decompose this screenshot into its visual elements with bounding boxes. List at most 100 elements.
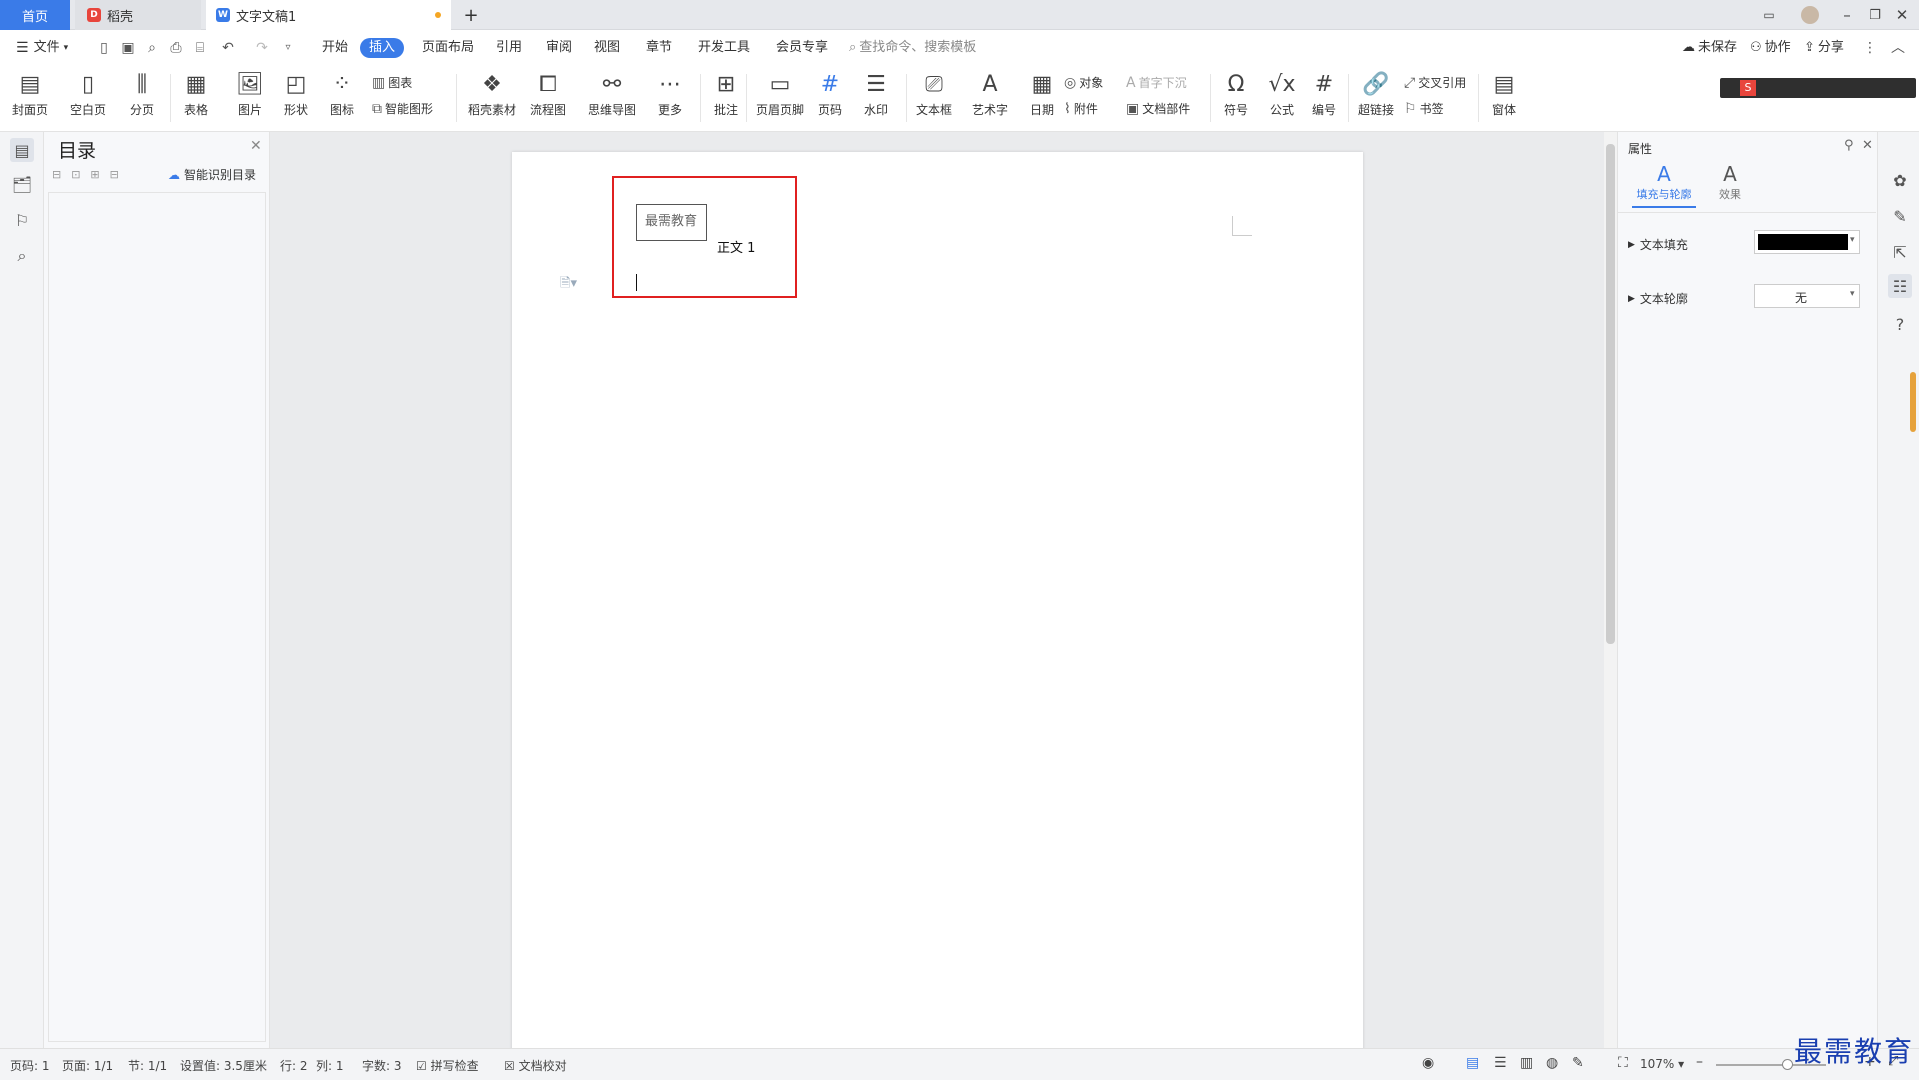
- page-break-button[interactable]: ⫼ 分页: [128, 70, 156, 118]
- write-view-icon[interactable]: ✎: [1572, 1055, 1584, 1071]
- command-search[interactable]: ⌕ 查找命令、搜索模板: [845, 38, 980, 58]
- more-button[interactable]: ⋯ 更多: [656, 70, 684, 118]
- format-painter-icon[interactable]: ⌕: [144, 40, 160, 56]
- docer-material-button[interactable]: ❖ 稻壳素材: [468, 70, 516, 118]
- pin-icon[interactable]: ⚲: [1844, 138, 1854, 153]
- new-tab-button[interactable]: +: [460, 0, 482, 30]
- comment-button[interactable]: ⊞ 批注: [712, 70, 740, 118]
- close-icon[interactable]: ✕: [1862, 138, 1873, 153]
- unsaved-button[interactable]: ☁ 未保存: [1678, 38, 1741, 58]
- icon-button[interactable]: ⁘ 图标: [328, 70, 356, 118]
- textbox-button[interactable]: ⎚ 文本框: [916, 70, 952, 118]
- text-outline-row[interactable]: ▶ 文本轮廓: [1628, 290, 1688, 307]
- eye-icon[interactable]: ◉: [1422, 1055, 1434, 1071]
- form-window-button[interactable]: ▤ 窗体: [1490, 70, 1518, 118]
- tab-7[interactable]: 开发工具: [694, 38, 754, 58]
- formula-button[interactable]: √x 公式: [1268, 70, 1296, 118]
- dropcap-button[interactable]: A 首字下沉: [1126, 74, 1187, 91]
- toc-panel-icon[interactable]: ▤: [10, 138, 34, 162]
- chart-button[interactable]: ▥ 图表: [372, 74, 412, 91]
- collab-button[interactable]: ⚇ 协作: [1746, 38, 1795, 58]
- style-icon[interactable]: ✿: [1888, 168, 1912, 192]
- redo-icon[interactable]: ↷: [254, 40, 270, 56]
- textbox[interactable]: 最需教育: [636, 204, 707, 241]
- collapse-ribbon-icon[interactable]: ︿: [1890, 40, 1906, 56]
- watermark-button[interactable]: ☰ 水印: [862, 70, 890, 118]
- text-fill-color-picker[interactable]: ▾: [1754, 230, 1860, 254]
- zoom-dropdown[interactable]: 107% ▾: [1640, 1057, 1684, 1071]
- nav-pane-icon[interactable]: 🗂: [10, 172, 34, 196]
- wordart-button[interactable]: A 艺术字: [972, 70, 1008, 118]
- share-button[interactable]: ⇪ 分享: [1800, 38, 1848, 58]
- spell-check-button[interactable]: ☑ 拼写检查: [416, 1057, 479, 1074]
- print-preview-icon[interactable]: ⌸: [192, 40, 208, 56]
- paragraph-menu-icon[interactable]: 🗎▾: [560, 274, 577, 296]
- read-view-icon[interactable]: ▥: [1520, 1055, 1533, 1071]
- save-icon[interactable]: ▣: [120, 40, 136, 56]
- table-button[interactable]: ▦ 表格: [182, 70, 210, 118]
- toc-expand-controls[interactable]: ⊟⊡⊞⊟: [52, 168, 129, 181]
- avatar[interactable]: [1793, 0, 1827, 30]
- zoom-slider-thumb[interactable]: [1782, 1059, 1793, 1070]
- text-outline-dropdown[interactable]: 无 ▾: [1754, 284, 1860, 308]
- tab-5[interactable]: 视图: [590, 38, 624, 58]
- file-menu[interactable]: ☰ 文件 ▾: [12, 38, 72, 58]
- close-icon[interactable]: ✕: [250, 138, 262, 154]
- proofread-button[interactable]: ☒ 文档校对: [504, 1057, 567, 1074]
- smartart-button[interactable]: ⧉ 智能图形: [372, 100, 433, 117]
- blank-page-button[interactable]: ▯ 空白页: [70, 70, 106, 118]
- text-fill-row[interactable]: ▶ 文本填充: [1628, 236, 1688, 253]
- tab-3[interactable]: 引用: [492, 38, 526, 58]
- flowchart-button[interactable]: ⧠ 流程图: [530, 70, 566, 118]
- tab-home[interactable]: 首页: [0, 0, 70, 30]
- new-doc-icon[interactable]: ▯: [96, 40, 112, 56]
- cover-page-button[interactable]: ▤ 封面页: [12, 70, 48, 118]
- shape-button[interactable]: ◰ 形状: [282, 70, 310, 118]
- ime-toolbar[interactable]: S: [1720, 78, 1916, 98]
- vertical-scrollbar[interactable]: [1604, 132, 1617, 1048]
- bookmark-button[interactable]: ⚐ 书签: [1404, 100, 1444, 117]
- customize-icon[interactable]: ▿: [280, 40, 296, 56]
- select-icon[interactable]: ⇱: [1888, 240, 1912, 264]
- more-vertical-icon[interactable]: ⋮: [1862, 40, 1878, 56]
- tab-0[interactable]: 开始: [318, 38, 352, 58]
- document-page[interactable]: 最需教育 正文 1 🗎▾: [512, 152, 1363, 1052]
- tab-effect[interactable]: A 效果: [1700, 162, 1760, 202]
- page-number-button[interactable]: # 页码: [816, 70, 844, 118]
- smart-toc-button[interactable]: ☁ 智能识别目录: [168, 166, 256, 183]
- outline-view-icon[interactable]: ☰: [1494, 1055, 1507, 1071]
- scrollbar-thumb[interactable]: [1606, 144, 1615, 644]
- help-icon[interactable]: ?: [1888, 312, 1912, 336]
- tab-document[interactable]: W 文字文稿1: [206, 0, 451, 30]
- tab-fill-outline[interactable]: A 填充与轮廓: [1632, 162, 1696, 208]
- doc-parts-button[interactable]: ▣ 文档部件: [1126, 100, 1190, 117]
- print-icon[interactable]: ⎙: [168, 40, 184, 56]
- numbering-button[interactable]: # 编号: [1310, 70, 1338, 118]
- symbol-button[interactable]: Ω 符号: [1222, 70, 1250, 118]
- attachment-button[interactable]: ⌇ 附件: [1064, 100, 1098, 117]
- pen-icon[interactable]: ✎: [1888, 204, 1912, 228]
- tab-list-icon[interactable]: ▭: [1752, 0, 1786, 30]
- tab-8[interactable]: 会员专享: [772, 38, 832, 58]
- status-words[interactable]: 字数: 3: [362, 1057, 402, 1074]
- tab-1[interactable]: 插入: [360, 38, 405, 58]
- object-button[interactable]: ◎ 对象: [1064, 74, 1103, 91]
- header-footer-button[interactable]: ▭ 页眉页脚: [756, 70, 804, 118]
- tab-2[interactable]: 页面布局: [418, 38, 478, 58]
- mindmap-button[interactable]: ⚯ 思维导图: [588, 70, 636, 118]
- find-icon[interactable]: ⌕: [10, 244, 34, 268]
- crossref-button[interactable]: ⤢ 交叉引用: [1404, 74, 1466, 91]
- properties-icon[interactable]: ☷: [1888, 274, 1912, 298]
- tab-6[interactable]: 章节: [642, 38, 676, 58]
- hyperlink-button[interactable]: 🔗 超链接: [1358, 70, 1394, 118]
- tab-4[interactable]: 审阅: [542, 38, 576, 58]
- date-button[interactable]: ▦ 日期: [1028, 70, 1056, 118]
- tab-docer[interactable]: D 稻壳: [75, 0, 201, 30]
- undo-icon[interactable]: ↶: [220, 40, 236, 56]
- zoom-out-icon[interactable]: –: [1696, 1054, 1703, 1070]
- fit-page-icon[interactable]: ⛶: [1618, 1055, 1628, 1071]
- close-window-icon[interactable]: ✕: [1885, 0, 1919, 30]
- bookmark-pane-icon[interactable]: ⚐: [10, 208, 34, 232]
- picture-button[interactable]: 🖼 图片: [236, 70, 264, 118]
- body-text[interactable]: 正文 1: [717, 237, 755, 256]
